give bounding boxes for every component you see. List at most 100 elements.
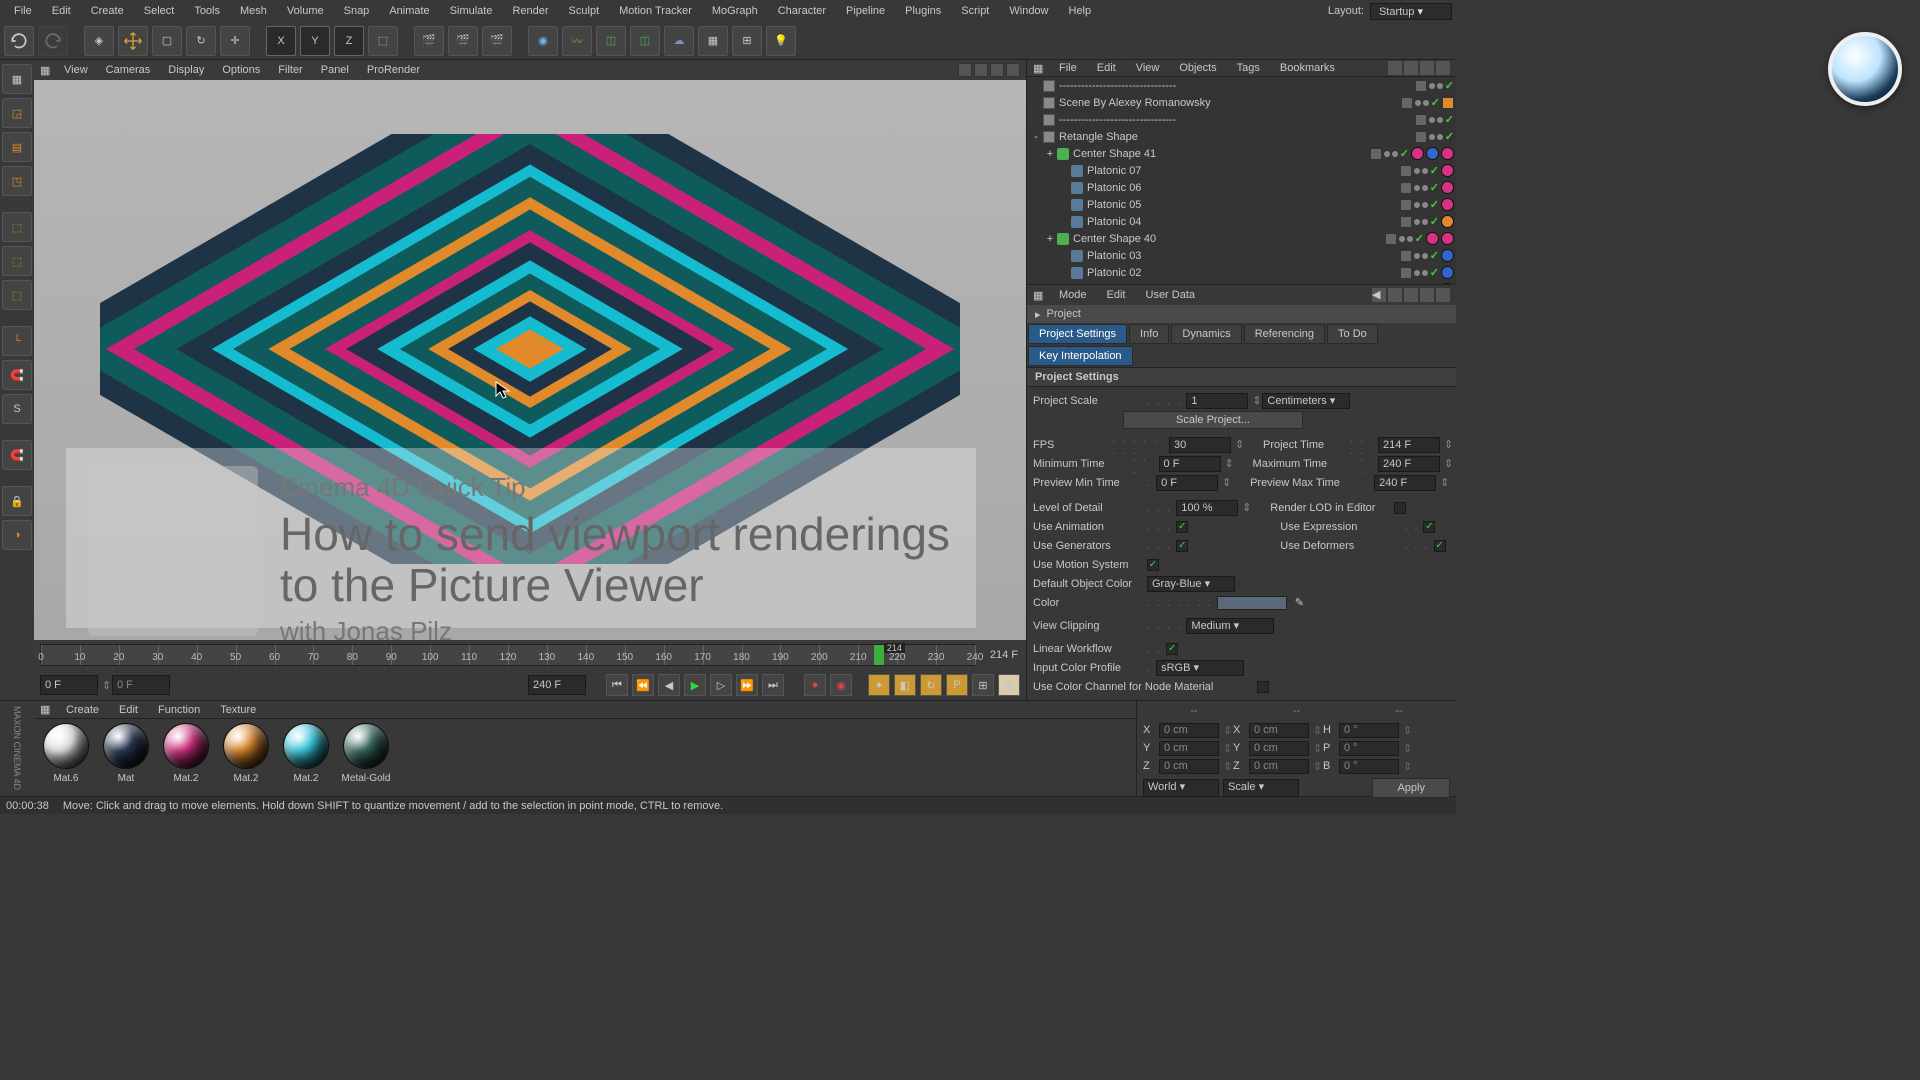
- coord-mode-select[interactable]: Scale ▾: [1223, 779, 1299, 797]
- om-icon-3[interactable]: [1420, 61, 1434, 75]
- visibility-toggle[interactable]: [1400, 165, 1412, 177]
- material-swatch[interactable]: Mat: [100, 723, 152, 784]
- project-scale-field[interactable]: [1186, 393, 1248, 409]
- expand-icon[interactable]: +: [1045, 234, 1055, 244]
- coord-field[interactable]: [1159, 723, 1219, 738]
- key-pos-button[interactable]: ✦: [868, 674, 890, 696]
- undo-button[interactable]: [4, 26, 34, 56]
- attr-tab-project-settings[interactable]: Project Settings: [1028, 324, 1127, 344]
- key-pla-button[interactable]: ⊞: [972, 674, 994, 696]
- visibility-toggle[interactable]: [1415, 131, 1427, 143]
- attr-tab-dynamics[interactable]: Dynamics: [1171, 324, 1241, 344]
- main-menu-snap[interactable]: Snap: [334, 2, 380, 20]
- om-icon-1[interactable]: [1388, 61, 1402, 75]
- key-extra-button[interactable]: ▦: [998, 674, 1020, 696]
- linear-workflow-checkbox[interactable]: [1166, 643, 1178, 655]
- material-swatch[interactable]: Mat.6: [40, 723, 92, 784]
- coord-field[interactable]: [1249, 741, 1309, 756]
- enable-toggle[interactable]: ✓: [1431, 96, 1440, 109]
- object-row[interactable]: Scene By Alexey Romanowsky ✓: [1027, 94, 1456, 111]
- axis-x-button[interactable]: X: [266, 26, 296, 56]
- enable-toggle[interactable]: ✓: [1445, 113, 1454, 126]
- autokey-button[interactable]: ◉: [830, 674, 852, 696]
- main-menu-pipeline[interactable]: Pipeline: [836, 2, 895, 20]
- preview-min-field[interactable]: [1156, 475, 1218, 491]
- color-swatch[interactable]: [1217, 596, 1287, 610]
- main-menu-tools[interactable]: Tools: [184, 2, 230, 20]
- coord-field[interactable]: [1159, 759, 1219, 774]
- material-swatch[interactable]: Mat.2: [280, 723, 332, 784]
- object-mode-button[interactable]: ◲: [2, 98, 32, 128]
- lock-button[interactable]: 🔒: [2, 486, 32, 516]
- coord-system-button[interactable]: ⬚: [368, 26, 398, 56]
- viewport-icon-1[interactable]: [958, 63, 972, 77]
- coord-field[interactable]: [1339, 741, 1399, 756]
- object-row[interactable]: - Retangle Shape ✓: [1027, 128, 1456, 145]
- start-frame-field[interactable]: [40, 675, 98, 695]
- next-frame-button[interactable]: ▷: [710, 674, 732, 696]
- go-start-button[interactable]: ⏮: [606, 674, 628, 696]
- primitive-button[interactable]: ◉: [528, 26, 558, 56]
- enable-toggle[interactable]: ✓: [1430, 215, 1439, 228]
- render-view-button[interactable]: 🎬: [414, 26, 444, 56]
- soft-select-button[interactable]: S: [2, 394, 32, 424]
- enable-toggle[interactable]: ✓: [1415, 232, 1424, 245]
- mat-menu-texture[interactable]: Texture: [212, 702, 264, 718]
- view-clipping-select[interactable]: Medium ▾: [1186, 618, 1274, 634]
- viewport-menu-prorender[interactable]: ProRender: [359, 62, 428, 78]
- main-menu-volume[interactable]: Volume: [277, 2, 334, 20]
- viewport-menu-view[interactable]: View: [56, 62, 96, 78]
- enable-toggle[interactable]: ✓: [1430, 198, 1439, 211]
- expand-icon[interactable]: [1059, 183, 1069, 193]
- texture-mode-button[interactable]: ▤: [2, 132, 32, 162]
- points-mode-button[interactable]: ⬚: [2, 212, 32, 242]
- redo-button[interactable]: [38, 26, 68, 56]
- coord-field[interactable]: [1249, 723, 1309, 738]
- project-time-field[interactable]: [1378, 437, 1440, 453]
- render-lod-checkbox[interactable]: [1394, 502, 1406, 514]
- main-menu-edit[interactable]: Edit: [42, 2, 81, 20]
- attr-menu-edit[interactable]: Edit: [1099, 287, 1134, 303]
- preview-max-field[interactable]: [1374, 475, 1436, 491]
- prev-key-button[interactable]: ⏪: [632, 674, 654, 696]
- expand-icon[interactable]: [1059, 217, 1069, 227]
- bulb-button[interactable]: 💡: [766, 26, 796, 56]
- object-row[interactable]: Platonic 04 ✓: [1027, 213, 1456, 230]
- select-tool[interactable]: ◈: [84, 26, 114, 56]
- scale-project-button[interactable]: Scale Project...: [1123, 411, 1303, 429]
- mat-menu-edit[interactable]: Edit: [111, 702, 146, 718]
- object-row[interactable]: Platonic 05 ✓: [1027, 196, 1456, 213]
- min-time-field[interactable]: [1159, 456, 1221, 472]
- key-scale-button[interactable]: ◧: [894, 674, 916, 696]
- model-mode-button[interactable]: ▦: [2, 64, 32, 94]
- viewport-menu-display[interactable]: Display: [160, 62, 212, 78]
- main-menu-animate[interactable]: Animate: [379, 2, 439, 20]
- om-menu-file[interactable]: File: [1051, 60, 1085, 76]
- expand-icon[interactable]: +: [1045, 149, 1055, 159]
- om-menu-edit[interactable]: Edit: [1089, 60, 1124, 76]
- expand-icon[interactable]: [1031, 98, 1041, 108]
- default-color-select[interactable]: Gray-Blue ▾: [1147, 576, 1235, 592]
- key-param-button[interactable]: P: [946, 674, 968, 696]
- attr-icon-2[interactable]: [1404, 288, 1418, 302]
- enable-toggle[interactable]: ✓: [1430, 249, 1439, 262]
- expand-icon[interactable]: -: [1031, 132, 1041, 142]
- viewport-menu-options[interactable]: Options: [214, 62, 268, 78]
- material-swatch[interactable]: Metal-Gold: [340, 723, 392, 784]
- visibility-toggle[interactable]: [1400, 182, 1412, 194]
- viewport-menu-filter[interactable]: Filter: [270, 62, 310, 78]
- main-menu-help[interactable]: Help: [1059, 2, 1102, 20]
- place-tool[interactable]: ✛: [220, 26, 250, 56]
- object-row[interactable]: Platonic 06 ✓: [1027, 179, 1456, 196]
- axis-button[interactable]: └: [2, 326, 32, 356]
- expand-icon[interactable]: [1031, 81, 1041, 91]
- next-key-button[interactable]: ⏩: [736, 674, 758, 696]
- use-deformers-checkbox[interactable]: [1434, 540, 1446, 552]
- visibility-toggle[interactable]: [1401, 97, 1413, 109]
- viewport-icon-3[interactable]: [990, 63, 1004, 77]
- object-row[interactable]: Platonic 03 ✓: [1027, 247, 1456, 264]
- main-menu-render[interactable]: Render: [502, 2, 558, 20]
- expand-icon[interactable]: [1031, 115, 1041, 125]
- expand-icon[interactable]: [1059, 166, 1069, 176]
- main-menu-plugins[interactable]: Plugins: [895, 2, 951, 20]
